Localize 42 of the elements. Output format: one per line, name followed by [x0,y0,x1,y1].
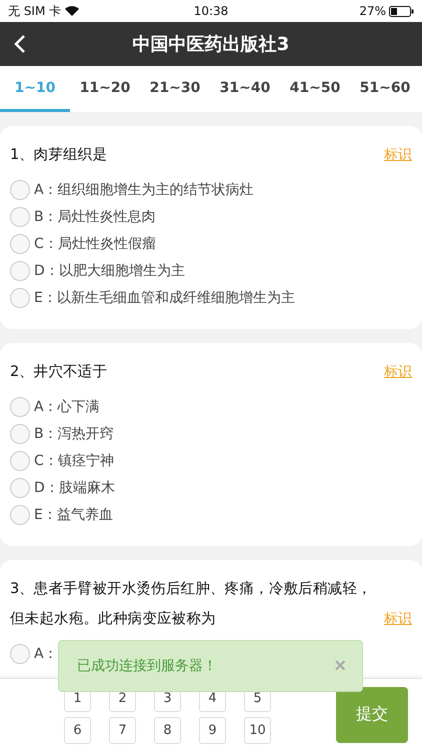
page-title: 中国中医药出版社3 [132,33,290,56]
option-text: A：组织细胞增生为主的结节状病灶 [34,180,254,198]
range-tab[interactable]: 31~40 [210,66,280,112]
radio-button[interactable] [10,644,30,664]
battery-text: 27% [359,4,386,18]
range-tab[interactable]: 51~60 [350,66,420,112]
radio-button[interactable] [10,450,30,470]
option-text: E：以新生毛细血管和成纤维细胞增生为主 [34,288,295,306]
question-number-button[interactable]: 7 [109,717,136,744]
question-number-button[interactable]: 6 [64,717,91,744]
radio-button[interactable] [10,206,30,226]
option-text: D：肢端麻木 [34,478,115,496]
range-tab[interactable]: 41~50 [280,66,350,112]
question-number-button[interactable]: 9 [199,717,226,744]
battery-icon [389,6,414,16]
radio-button[interactable] [10,180,30,200]
radio-button[interactable] [10,424,30,444]
option-text: C：镇痉宁神 [34,452,114,470]
radio-button[interactable] [10,234,30,254]
option-text: E：益气养血 [34,506,113,524]
question-text: 1、肉芽组织是 [10,146,108,165]
toast-message: 已成功连接到服务器！ [77,657,218,675]
radio-button[interactable] [10,260,30,280]
range-tab[interactable]: 21~30 [140,66,210,112]
option-text: B：泻热开窍 [34,424,114,442]
question-number-button[interactable]: 10 [244,717,271,744]
clock-text: 10:38 [194,4,228,18]
radio-button[interactable] [10,288,30,308]
wifi-icon [65,6,80,16]
option-text: D：以肥大细胞增生为主 [34,262,185,280]
radio-button[interactable] [10,478,30,498]
radio-button[interactable] [10,504,30,524]
option-text: C：局灶性炎性假瘤 [34,234,156,252]
question-text: 2、井穴不适于 [10,362,108,382]
option-text: A： [34,644,58,662]
carrier-text: 无 SIM 卡 [8,2,62,20]
question-number-button[interactable]: 8 [154,717,181,744]
radio-button[interactable] [10,396,30,416]
option-text: B：局灶性炎性息肉 [34,208,156,226]
option-text: A：心下满 [34,398,100,416]
range-tab[interactable]: 11~20 [70,66,140,112]
question-text: 3、患者手臂被开水烫伤后红肿、疼痛，冷敷后稍减轻，但未起水疱。此种病变应被称为 [10,580,373,629]
